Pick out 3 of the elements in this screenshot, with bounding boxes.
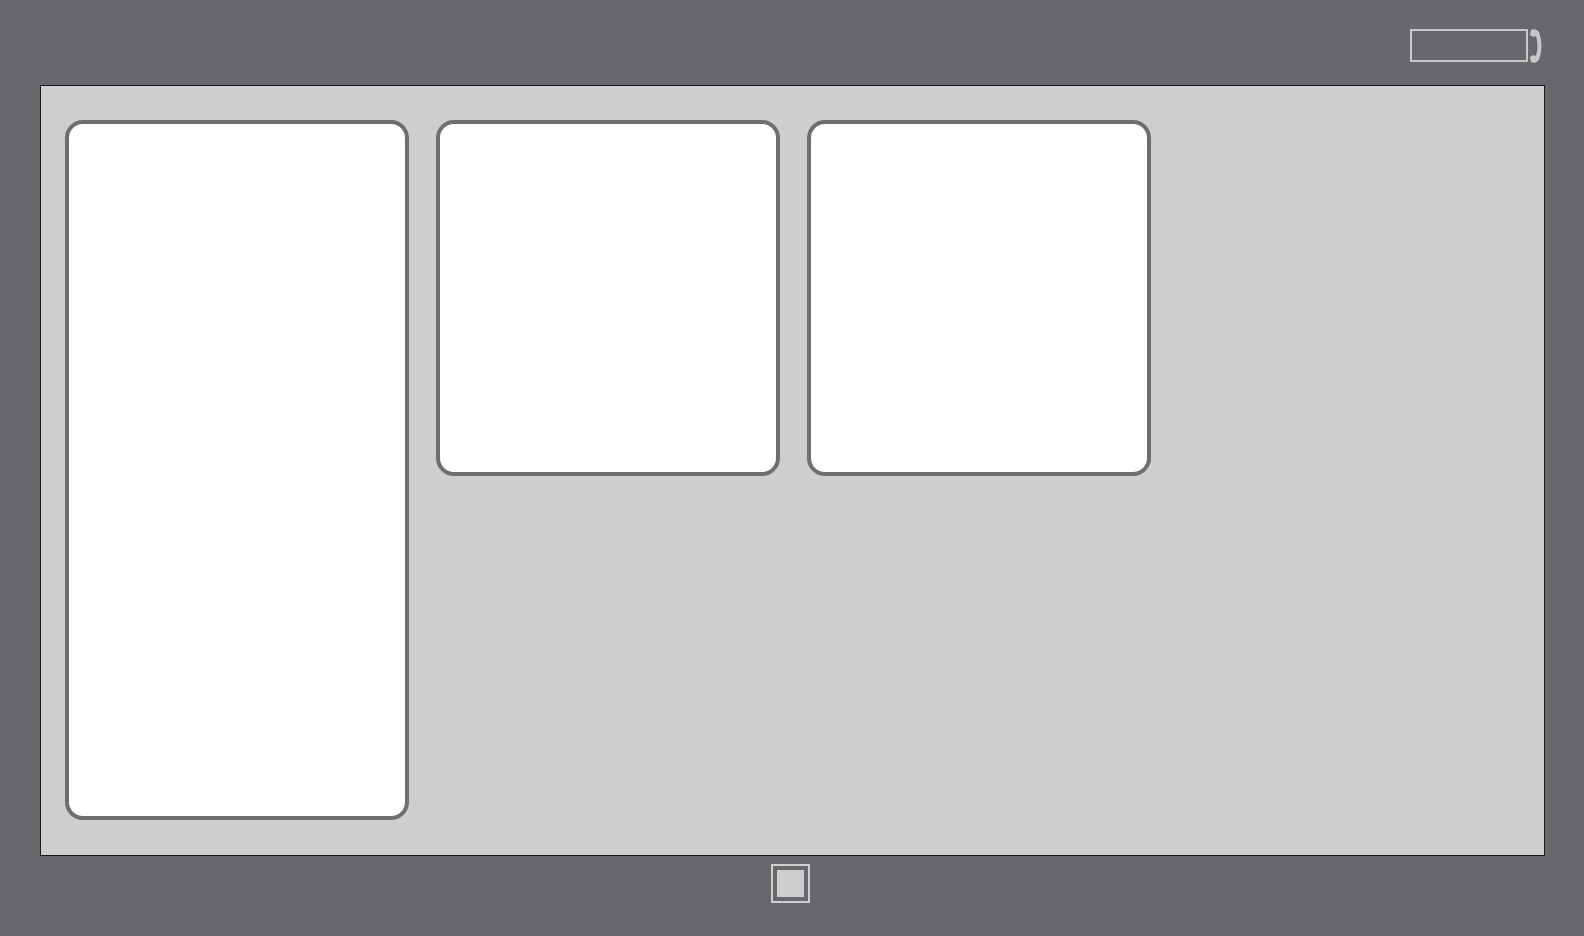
square-button[interactable] (771, 864, 810, 903)
phone-icon[interactable] (1528, 28, 1544, 64)
input-field[interactable] (1410, 29, 1528, 62)
